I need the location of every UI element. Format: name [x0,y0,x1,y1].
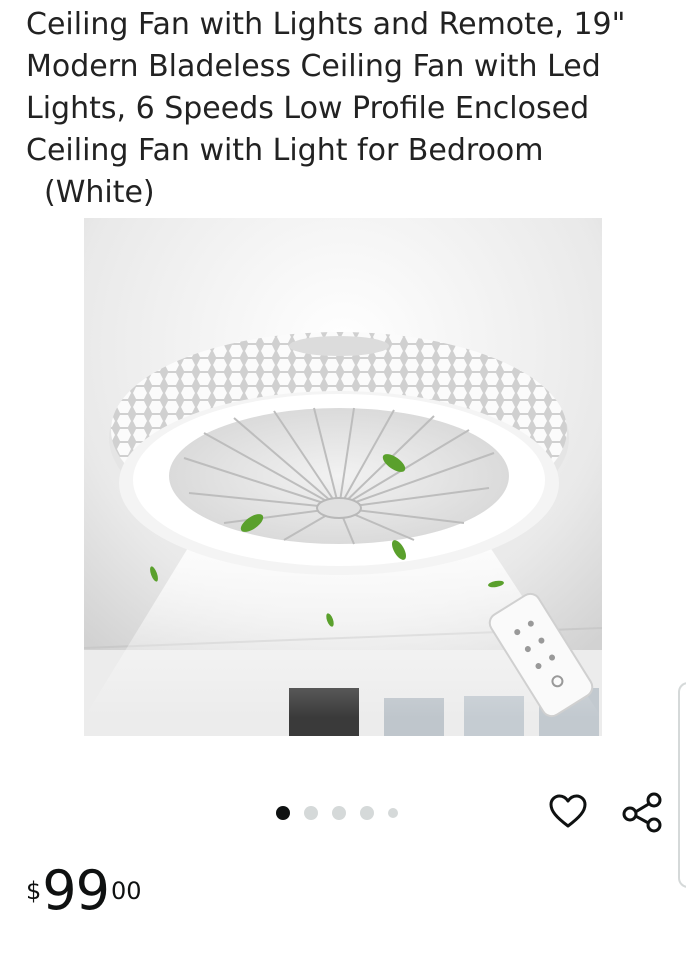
price-currency-symbol: $ [26,877,42,905]
share-icon [622,792,662,833]
product-title-line: Modern Bladeless Ceiling Fan with Led [26,49,601,84]
product-title: Ceiling Fan with Lights and Remote, 19" … [26,4,666,214]
product-title-line: Ceiling Fan with Lights and Remote, 19" [26,7,626,42]
product-detail-page: Ceiling Fan with Lights and Remote, 19" … [0,0,686,960]
product-title-line: Lights, 6 Speeds Low Profile Enclosed [26,91,590,126]
carousel-dot[interactable] [304,806,318,820]
carousel-dot[interactable] [360,806,374,820]
product-title-line: (White) [44,175,155,210]
side-panel-handle[interactable] [678,682,686,888]
share-button[interactable] [620,790,664,834]
product-price: $ 99 00 [26,862,142,932]
carousel-dot[interactable] [332,806,346,820]
carousel-dot[interactable] [276,806,290,820]
add-to-wishlist-button[interactable] [548,792,588,832]
heart-outline-icon [549,794,587,828]
carousel-dot[interactable] [388,808,398,818]
price-fraction: 00 [111,877,142,905]
price-whole: 99 [42,859,110,922]
product-image[interactable] [84,218,602,736]
image-carousel-indicator[interactable] [276,803,398,823]
ceiling-fan-photo [84,218,602,736]
product-title-line: Ceiling Fan with Light for Bedroom [26,133,544,168]
